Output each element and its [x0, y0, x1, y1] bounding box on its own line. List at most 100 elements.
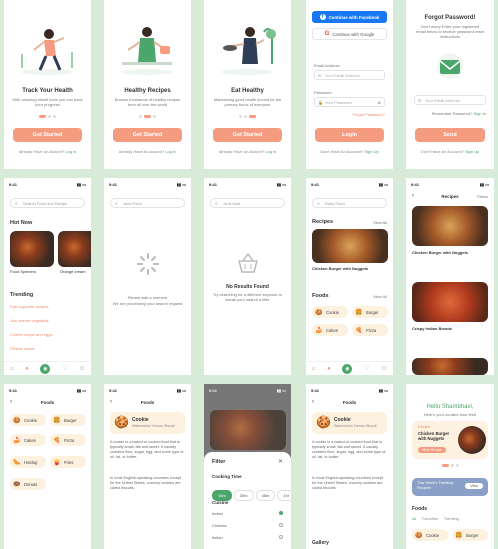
time-chip[interactable]: 45m [255, 490, 276, 501]
cuisine-option[interactable]: Chinese [212, 523, 283, 528]
home-icon[interactable]: ⌂ [312, 366, 316, 372]
view-recipe-button[interactable]: View Recipe [418, 447, 446, 453]
basket-icon [238, 252, 258, 273]
profile-icon[interactable]: ☺ [79, 366, 85, 372]
time-chip[interactable]: 30m [233, 490, 254, 501]
search-input[interactable]: ⌕ Dairy Food [312, 198, 387, 208]
search-input[interactable]: ⌕ Search Food and Recipe [10, 198, 85, 208]
recipe-image[interactable] [412, 282, 488, 322]
tab-trending[interactable]: Trending [444, 517, 459, 521]
profile-icon[interactable]: ☺ [381, 366, 387, 372]
signal-icon: ▮▮ ▭ [276, 182, 286, 187]
tab-all[interactable]: All [412, 517, 416, 521]
trending-banner[interactable]: This Week's Trending Recipes View [412, 478, 488, 496]
card-image [458, 426, 486, 454]
home-icon[interactable]: ⌂ [10, 366, 14, 372]
signup-link[interactable]: Sign Up [364, 149, 378, 154]
food-chip-cakes[interactable]: 🍰 Cakes [10, 434, 46, 446]
search-input[interactable]: ⌕ Junk food [210, 198, 285, 208]
recipe-image[interactable] [312, 229, 388, 263]
view-all-link[interactable]: View All [373, 294, 387, 299]
filters-button[interactable]: Filters [477, 194, 488, 199]
signup-prompt: Don't Have An Account? Sign Up [406, 149, 494, 154]
radio-icon[interactable] [279, 511, 283, 515]
food-chip-cookie[interactable]: 🍪 Cookie [312, 306, 348, 318]
food-chip-cookie[interactable]: 🍪 Cookie [412, 529, 448, 541]
food-chip-pizza[interactable]: 🍕 Pizza [50, 434, 86, 446]
food-chip-hotdog[interactable]: 🌭 Hotdog [10, 456, 46, 468]
signup-link[interactable]: Sign Up [465, 149, 479, 154]
login-link[interactable]: Log In [265, 149, 276, 154]
trending-item[interactable]: Fitness snack [10, 346, 34, 351]
get-started-button[interactable]: Get Started [213, 128, 282, 142]
google-button[interactable]: G Continue with Google [312, 28, 387, 40]
pager-dots [406, 464, 494, 467]
food-header-card: 🍪 Cookie Watermelon Yarrow, Biscuit [110, 412, 185, 434]
send-button[interactable]: Send [415, 128, 485, 142]
heart-icon[interactable]: ♡ [62, 365, 67, 372]
feed-icon[interactable]: ◉ [342, 363, 353, 374]
food-chip-label: Donuts [24, 481, 38, 487]
loading-line-1: Please wait a moment [127, 295, 168, 300]
trending-item[interactable]: Fast supporte recipes [10, 304, 48, 309]
food-chip-cookie[interactable]: 🍪 Cookie [10, 414, 46, 426]
gallery-heading: Gallery [312, 540, 329, 546]
login-link[interactable]: Log In [165, 149, 176, 154]
food-chip-burger[interactable]: 🍔 Burger [50, 414, 86, 426]
featured-card[interactable]: Recipe Chicken Burger with Nuggets View … [412, 421, 488, 459]
food-chip-pizza[interactable]: 🍕 Pizza [352, 324, 388, 336]
time-chip[interactable]: 1hr [277, 490, 291, 501]
food-sub: Watermelon Yarrow, Biscuit [334, 424, 377, 428]
facebook-button[interactable]: f Continue with Facebook [312, 11, 387, 23]
food-chip-cakes[interactable]: 🍰 Cakes [312, 324, 348, 336]
password-field[interactable]: 🔒 Your Password ◉ [314, 97, 385, 107]
recipe-image[interactable] [412, 206, 488, 246]
forgot-password-link[interactable]: Forgot Password? [353, 112, 385, 117]
email-field[interactable]: ✉ Your Email Address [314, 70, 385, 80]
login-link[interactable]: Log In [65, 149, 76, 154]
trending-view-button[interactable]: View [465, 483, 483, 489]
email-field[interactable]: ✉ Your Email Address [414, 95, 486, 105]
food-chip-burger[interactable]: 🍔 Burger [452, 529, 488, 541]
pager-dots [204, 115, 291, 118]
recipe-title: Crispy Indian Breads [412, 326, 453, 331]
signin-link[interactable]: Sign In [474, 111, 486, 116]
food-name: Cookie [334, 417, 351, 423]
radio-icon[interactable] [279, 523, 283, 527]
status-bar: 9:41 ▮▮ ▭ [109, 388, 186, 393]
cuisine-option[interactable]: Indian [212, 511, 283, 516]
login-button[interactable]: Login [315, 128, 384, 142]
close-icon[interactable]: ✕ [278, 458, 283, 465]
clock: 9:41 [209, 182, 218, 187]
heart-icon[interactable]: ♡ [364, 365, 369, 372]
recipe-image[interactable] [412, 358, 488, 375]
trending-item[interactable]: Just seems vegetable [10, 318, 49, 323]
hot-item-image[interactable] [10, 231, 54, 267]
trending-item[interactable]: Chiefer recipe and eggs [10, 332, 52, 337]
hot-item-image[interactable] [58, 231, 91, 267]
view-all-link[interactable]: View All [373, 220, 387, 225]
food-chip-label: Burger [366, 309, 379, 315]
radio-icon[interactable] [279, 535, 283, 539]
food-chip-label: Cakes [24, 437, 36, 443]
search-icon: ⌕ [15, 201, 18, 207]
food-chip-donuts[interactable]: 🍩 Donuts [10, 478, 46, 490]
tab-favorites[interactable]: Favorites [422, 517, 438, 521]
get-started-button[interactable]: Get Started [113, 128, 182, 142]
record-icon[interactable]: ● [25, 366, 29, 372]
feed-icon[interactable]: ◉ [40, 363, 51, 374]
cuisine-option[interactable]: Italian [212, 535, 283, 540]
food-chip-burger[interactable]: 🍔 Burger [352, 306, 388, 318]
foods-heading: Foods [412, 506, 427, 512]
search-input[interactable]: ⌕ Junk Food [110, 198, 185, 208]
food-chip-label: Cookie [24, 417, 38, 423]
eye-icon[interactable]: ◉ [378, 100, 382, 105]
no-results-screen: 9:41 ▮▮ ▭ ⌕ Junk food No Results Found Try… [204, 178, 291, 375]
onboarding-screen-3: Eat Healthy Maintaining good health shou… [204, 0, 291, 169]
food-chip-fries[interactable]: 🍟 Fries [50, 456, 86, 468]
hotdog-icon: 🌭 [13, 459, 21, 466]
onboarding-description: With amazing inbuilt tools you can track… [12, 97, 83, 108]
record-icon[interactable]: ● [327, 366, 331, 372]
pizza-icon: 🍕 [53, 437, 61, 444]
get-started-button[interactable]: Get Started [13, 128, 82, 142]
